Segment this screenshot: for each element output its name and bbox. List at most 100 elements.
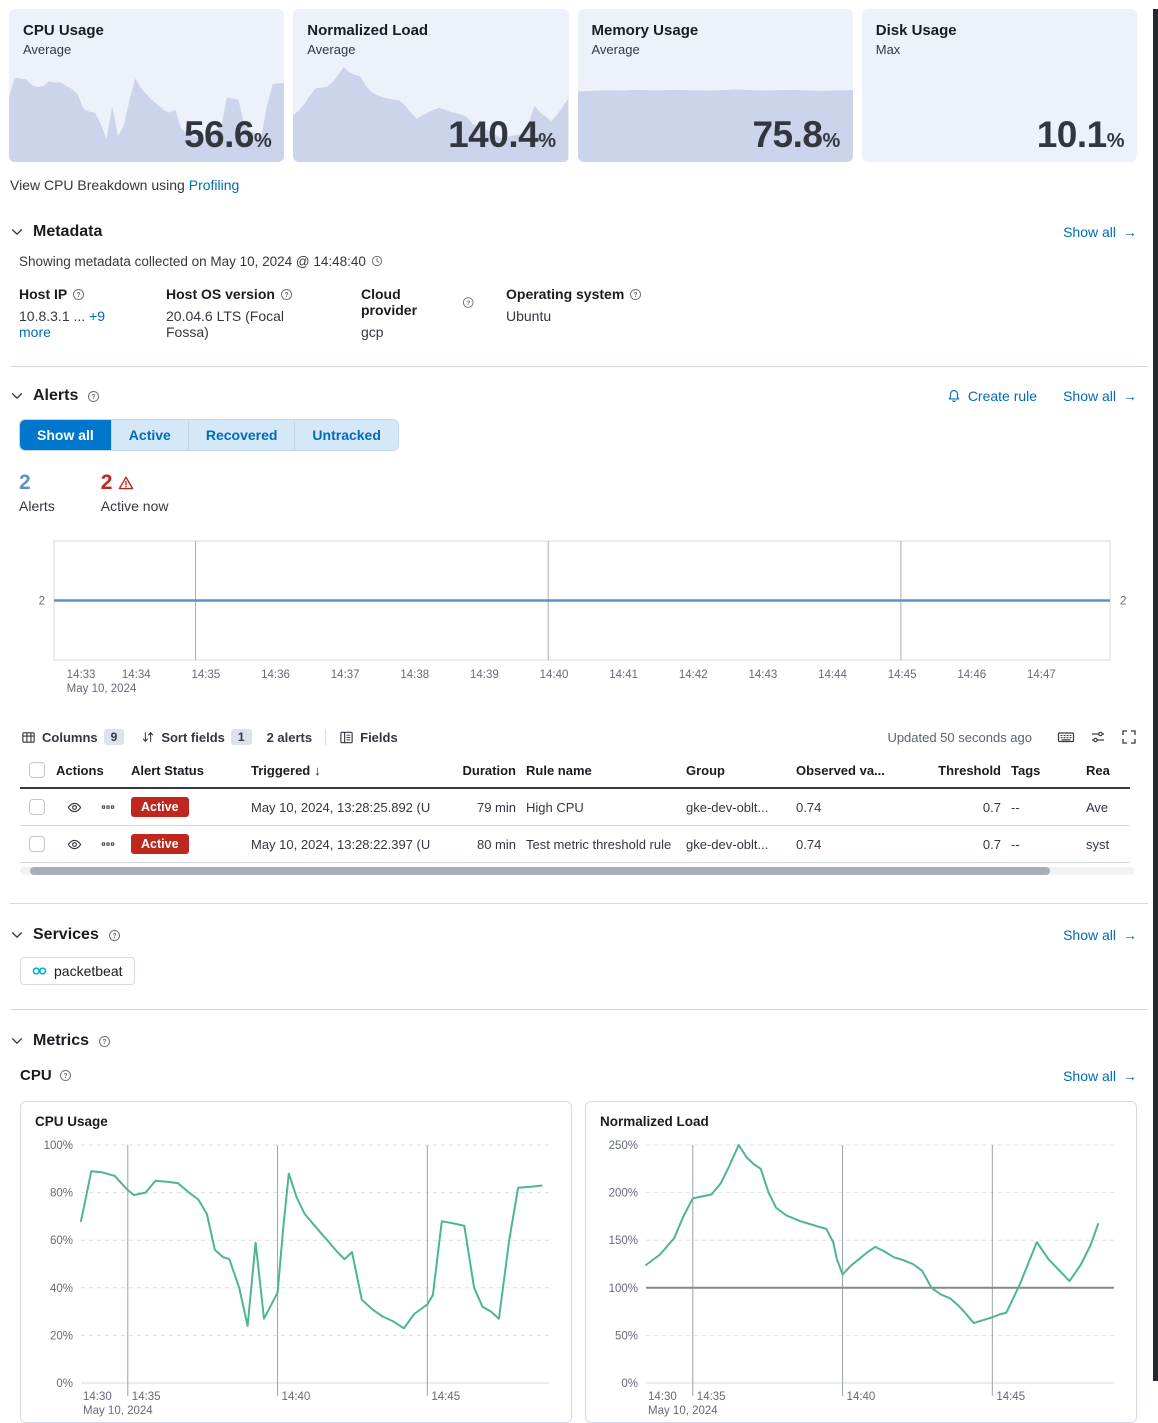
alerts-show-all-link[interactable]: Show all→ [1063, 388, 1137, 404]
services-section-header: Services ? Show all→ [10, 926, 1137, 944]
fullscreen-button[interactable] [1121, 729, 1137, 745]
help-icon[interactable]: ? [462, 296, 474, 309]
alerts-title: Alerts [33, 387, 78, 405]
tab-show-all[interactable]: Show all [20, 420, 112, 450]
alert-table-row[interactable]: Active May 10, 2024, 13:28:22.397 (U 80 … [20, 826, 1130, 863]
table-horizontal-scrollbar[interactable] [30, 867, 1050, 875]
cpu-heading-group: CPU ? [20, 1067, 72, 1084]
metadata-title-group[interactable]: Metadata [10, 223, 102, 241]
services-show-all-link[interactable]: Show all→ [1063, 927, 1137, 943]
metrics-charts-row: CPU Usage 0%20%40%60%80%100%14:3514:4014… [20, 1101, 1137, 1423]
header-observed-value[interactable]: Observed va... [796, 763, 916, 778]
alert-table-row[interactable]: Active May 10, 2024, 13:28:25.892 (U 79 … [20, 789, 1130, 826]
kpi-subtitle: Average [23, 42, 284, 57]
metadata-field-operating-system: Operating system ? Ubuntu [506, 286, 642, 340]
more-actions-icon[interactable] [101, 800, 115, 814]
view-details-eye-icon[interactable] [66, 800, 83, 815]
help-icon[interactable]: ? [72, 288, 85, 301]
header-alert-status[interactable]: Alert Status [131, 763, 251, 778]
header-duration[interactable]: Duration [456, 763, 526, 778]
kpi-subtitle: Average [592, 42, 853, 57]
kpi-card-cpu-usage[interactable]: CPU Usage Average 56.6% [9, 9, 284, 162]
metrics-title-group[interactable]: Metrics ? [10, 1032, 111, 1050]
cell-threshold: 0.7 [916, 837, 1011, 852]
select-all-checkbox[interactable] [29, 762, 45, 778]
chevron-down-icon[interactable] [10, 225, 24, 239]
alerts-total-value: 2 [19, 471, 55, 495]
alerts-title-group[interactable]: Alerts ? [10, 387, 100, 405]
fields-icon [339, 730, 354, 745]
tab-active[interactable]: Active [112, 420, 189, 450]
help-icon[interactable]: ? [108, 929, 121, 942]
cell-observed-value: 0.74 [796, 800, 916, 815]
profiling-link[interactable]: Profiling [189, 177, 240, 193]
header-threshold[interactable]: Threshold [916, 763, 1011, 778]
header-rule-name[interactable]: Rule name [526, 763, 686, 778]
keyboard-shortcuts-button[interactable] [1057, 729, 1075, 745]
sort-count-badge: 1 [231, 729, 252, 745]
alerts-count-label: 2 alerts [267, 730, 313, 745]
sort-fields-button[interactable]: Sort fields 1 [141, 729, 251, 745]
metadata-collected-line: Showing metadata collected on May 10, 20… [19, 254, 1158, 269]
display-options-button[interactable] [1090, 729, 1106, 745]
row-checkbox[interactable] [29, 799, 45, 815]
go-service-icon [32, 965, 47, 977]
header-reason[interactable]: Rea [1086, 763, 1130, 778]
arrow-right-icon: → [1123, 1068, 1137, 1084]
alerts-timeline-chart[interactable]: 2214:3314:3414:3514:3614:3714:3814:3914:… [14, 536, 1144, 698]
chevron-down-icon[interactable] [10, 928, 24, 942]
metrics-show-all-link[interactable]: Show all→ [1063, 1068, 1137, 1084]
tab-recovered[interactable]: Recovered [189, 420, 296, 450]
service-chip-packetbeat[interactable]: packetbeat [20, 957, 135, 985]
cell-reason: Ave [1086, 800, 1130, 815]
cpu-usage-chart-panel[interactable]: CPU Usage 0%20%40%60%80%100%14:3514:4014… [20, 1101, 572, 1423]
svg-text:May 10, 2024: May 10, 2024 [83, 1405, 153, 1417]
kpi-title: CPU Usage [23, 22, 270, 39]
kpi-card-normalized-load[interactable]: Normalized Load Average 140.4% [293, 9, 568, 162]
status-badge[interactable]: Active [131, 797, 189, 817]
create-rule-button[interactable]: Create rule [947, 388, 1037, 404]
metadata-show-all-link[interactable]: Show all→ [1063, 224, 1137, 240]
cell-rule-name: Test metric threshold rule [526, 837, 686, 852]
services-title-group[interactable]: Services ? [10, 926, 121, 944]
svg-text:14:35: 14:35 [697, 1391, 726, 1403]
svg-text:40%: 40% [50, 1283, 73, 1295]
kpi-card-memory-usage[interactable]: Memory Usage Average 75.8% [578, 9, 853, 162]
fields-button[interactable]: Fields [339, 730, 398, 745]
help-icon[interactable]: ? [629, 288, 642, 301]
help-icon[interactable]: ? [59, 1069, 72, 1082]
kpi-card-disk-usage[interactable]: Disk Usage Max 10.1% [862, 9, 1137, 162]
svg-text:0%: 0% [621, 1378, 638, 1390]
normalized-load-line-chart[interactable]: 0%50%100%150%200%250%14:3514:4014:4514:3… [600, 1137, 1122, 1419]
svg-text:80%: 80% [50, 1188, 73, 1200]
arrow-right-icon: → [1123, 224, 1137, 240]
svg-text:0%: 0% [56, 1378, 73, 1390]
help-icon[interactable]: ? [280, 288, 293, 301]
normalized-load-chart-panel[interactable]: Normalized Load 0%50%100%150%200%250%14:… [585, 1101, 1137, 1423]
svg-text:14:36: 14:36 [261, 669, 290, 681]
profiling-text: View CPU Breakdown using [10, 177, 185, 193]
viewport-edge-strip [1153, 9, 1158, 1381]
chevron-down-icon[interactable] [10, 1034, 24, 1048]
section-divider [10, 903, 1148, 904]
svg-text:?: ? [634, 291, 638, 298]
header-actions[interactable]: Actions [56, 763, 131, 778]
kpi-title: Disk Usage [876, 22, 1123, 39]
svg-text:?: ? [284, 291, 288, 298]
status-badge[interactable]: Active [131, 834, 189, 854]
svg-text:14:34: 14:34 [122, 669, 151, 681]
header-tags[interactable]: Tags [1011, 763, 1086, 778]
more-actions-icon[interactable] [101, 837, 115, 851]
help-icon[interactable]: ? [98, 1035, 111, 1048]
cell-tags: -- [1011, 837, 1086, 852]
help-icon[interactable]: ? [87, 390, 100, 403]
header-group[interactable]: Group [686, 763, 796, 778]
columns-button[interactable]: Columns 9 [21, 729, 124, 745]
tab-untracked[interactable]: Untracked [295, 420, 397, 450]
cpu-usage-line-chart[interactable]: 0%20%40%60%80%100%14:3514:4014:4514:30Ma… [35, 1137, 557, 1419]
chevron-down-icon[interactable] [10, 389, 24, 403]
header-triggered[interactable]: Triggered↓ [251, 763, 456, 778]
view-details-eye-icon[interactable] [66, 837, 83, 852]
cell-duration: 79 min [456, 800, 526, 815]
row-checkbox[interactable] [29, 836, 45, 852]
